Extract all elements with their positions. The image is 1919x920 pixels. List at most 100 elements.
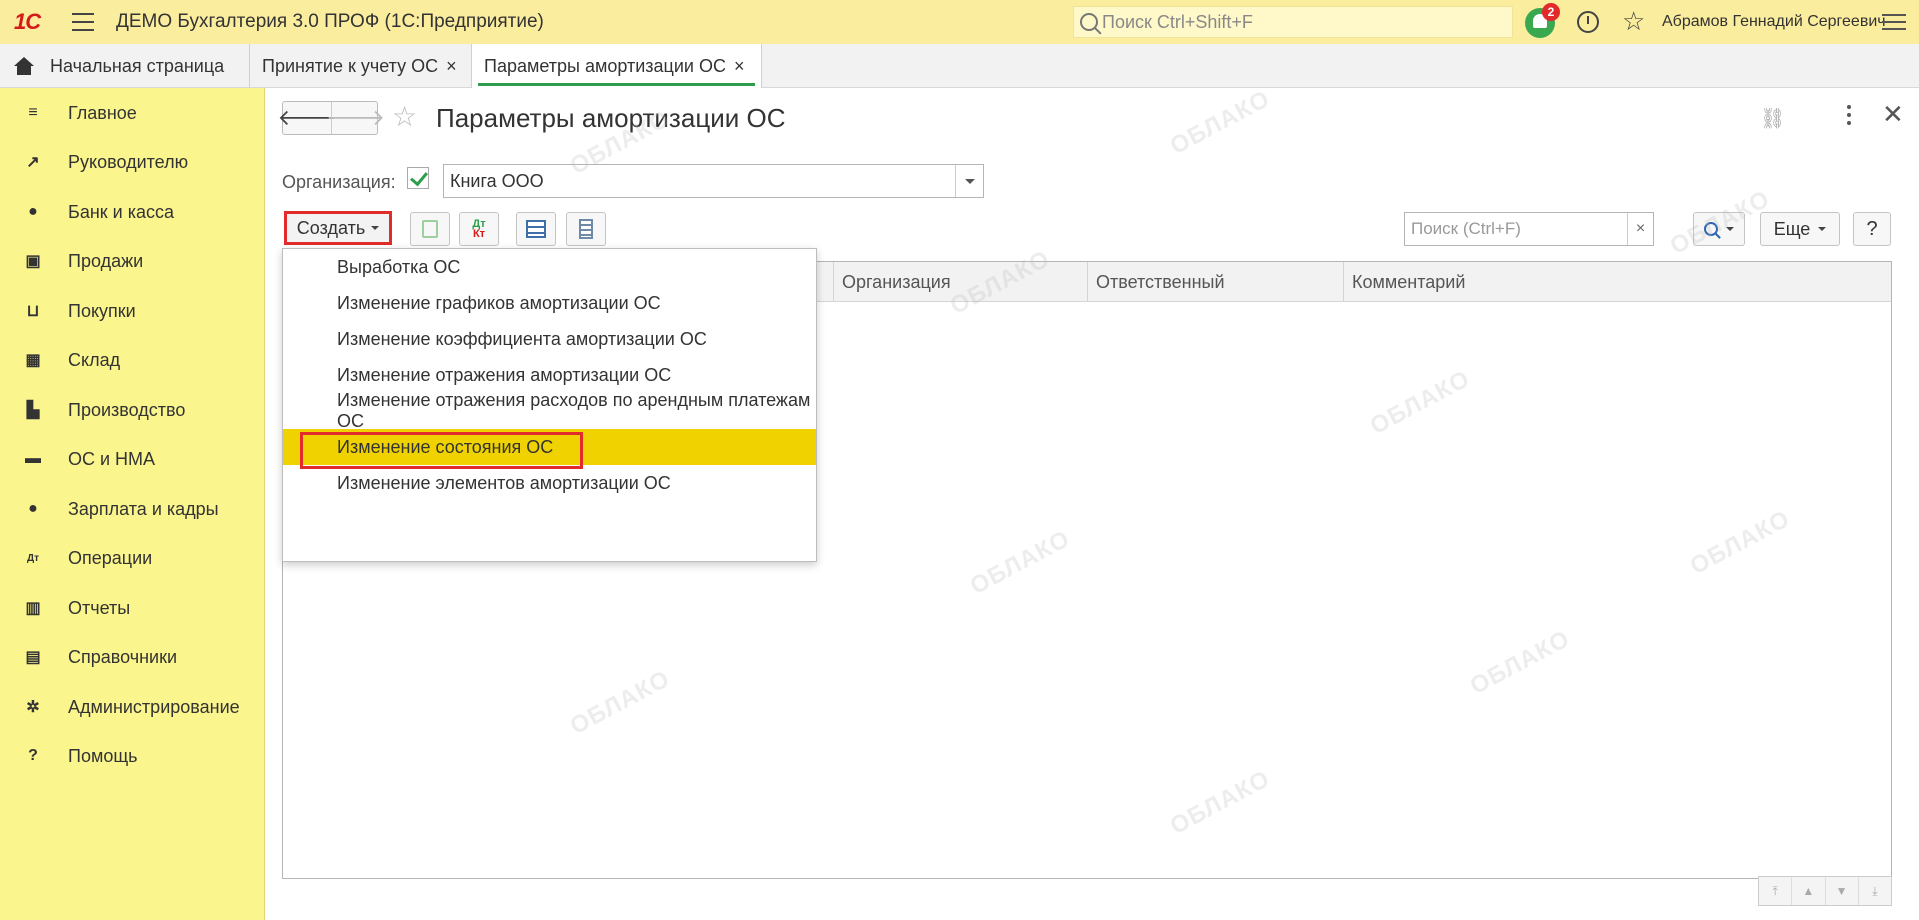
sidebar-item-operations[interactable]: Дт Операции — [0, 538, 264, 578]
structure-icon — [526, 220, 546, 238]
chevron-down-icon — [1818, 227, 1827, 231]
menu-item[interactable]: Изменение элементов амортизации ОС — [283, 465, 816, 501]
sidebar-item-label: Операции — [68, 547, 153, 568]
column-header-organization[interactable]: Организация — [833, 262, 1087, 302]
menu-item[interactable]: Изменение графиков амортизации ОС — [283, 285, 816, 321]
notifications-icon[interactable]: 2 — [1525, 3, 1560, 38]
trend-icon: ↗ — [26, 154, 40, 171]
scroll-down-icon[interactable]: ▼ — [1824, 877, 1858, 905]
sidebar-item-manager[interactable]: ↗ Руководителю — [0, 142, 264, 182]
favorite-star-icon[interactable]: ☆ — [392, 101, 417, 133]
global-search-placeholder: Поиск Ctrl+Shift+F — [1102, 11, 1253, 32]
1c-logo: 1С — [14, 9, 41, 34]
close-tab-icon[interactable]: × — [446, 56, 457, 77]
menu-icon: ≡ — [28, 104, 38, 121]
sidebar-item-admin[interactable]: ✲ Администрирование — [0, 687, 264, 727]
top-bar: 1С ДЕМО Бухгалтерия 3.0 ПРОФ (1С:Предпри… — [0, 0, 1919, 44]
list-search-input[interactable]: Поиск (Ctrl+F) × — [1404, 212, 1654, 246]
settings-menu-icon[interactable] — [1882, 14, 1906, 30]
search-icon — [1704, 222, 1718, 236]
tab-depreciation-params[interactable]: Параметры амортизации ОС × — [472, 44, 762, 88]
page-title: Параметры амортизации ОС — [436, 103, 786, 133]
coin-icon: ● — [28, 203, 38, 220]
forward-arrow-icon[interactable]: 🡒 — [326, 102, 385, 134]
sidebar-item-bank[interactable]: ● Банк и касса — [0, 192, 264, 232]
scroll-top-icon[interactable]: ⤒ — [1759, 877, 1791, 905]
column-header-comment[interactable]: Комментарий — [1343, 262, 1891, 302]
question-icon: ? — [28, 747, 38, 764]
dt-kt-icon: Дт Кт — [472, 218, 486, 240]
table-scroll-buttons: ⤒ ▲ ▼ ⤓ — [1758, 876, 1892, 906]
search-button[interactable] — [1693, 212, 1745, 246]
user-name[interactable]: Абрамов Геннадий Сергеевич — [1662, 13, 1886, 31]
sidebar-item-production[interactable]: ▙ Производство — [0, 390, 264, 430]
tab-accept-os[interactable]: Принятие к учету ОС × — [250, 44, 472, 88]
sidebar-item-os-nma[interactable]: ▬ ОС и НМА — [0, 439, 264, 479]
global-search-input[interactable]: Поиск Ctrl+Shift+F — [1073, 6, 1513, 38]
sidebar-item-main[interactable]: ≡ Главное — [0, 93, 264, 133]
sidebar-item-label: Главное — [68, 102, 137, 123]
sidebar-item-label: Отчеты — [68, 597, 131, 618]
dt-kt-icon: Дт — [26, 552, 40, 564]
sidebar-item-references[interactable]: ▤ Справочники — [0, 637, 264, 677]
org-select[interactable]: Книга ООО — [443, 164, 984, 198]
menu-item[interactable]: Выработка ОС — [283, 249, 816, 285]
org-checkbox[interactable] — [407, 167, 429, 189]
org-label: Организация: — [282, 172, 396, 192]
scroll-up-icon[interactable]: ▲ — [1791, 877, 1824, 905]
history-icon[interactable] — [1577, 11, 1599, 33]
sidebar-item-salary[interactable]: ● Зарплата и кадры — [0, 489, 264, 529]
link-icon[interactable]: ⛓ — [1760, 106, 1786, 130]
close-tab-icon[interactable]: × — [734, 56, 745, 77]
bar-chart-icon: ▥ — [25, 600, 41, 617]
more-button[interactable]: Еще — [1760, 212, 1840, 246]
list-icon — [579, 219, 593, 239]
chevron-down-icon[interactable] — [955, 165, 983, 197]
app-title: ДЕМО Бухгалтерия 3.0 ПРОФ (1С:Предприяти… — [116, 11, 544, 32]
tab-label: Параметры амортизации ОС — [484, 55, 726, 76]
list-button[interactable] — [566, 212, 606, 246]
menu-item-selected[interactable]: Изменение состояния ОС — [283, 429, 816, 469]
back-arrow-icon[interactable]: 🡐 — [278, 102, 337, 134]
create-dropdown-menu: Выработка ОС Изменение графиков амортиза… — [282, 248, 817, 562]
create-button-label: Создать — [296, 217, 366, 238]
factory-icon: ▙ — [26, 402, 40, 419]
help-button[interactable]: ? — [1853, 212, 1891, 246]
gear-icon: ✲ — [26, 699, 40, 716]
tab-home[interactable]: Начальная страница — [0, 44, 250, 88]
sidebar-item-label: Продажи — [68, 250, 144, 271]
more-button-label: Еще — [1773, 218, 1811, 239]
structure-button[interactable] — [516, 212, 556, 246]
clear-icon[interactable]: × — [1627, 213, 1653, 245]
close-icon[interactable]: ✕ — [1882, 99, 1904, 130]
sidebar-item-help[interactable]: ? Помощь — [0, 736, 264, 776]
sidebar-item-label: ОС и НМА — [68, 448, 156, 469]
column-header-responsible[interactable]: Ответственный — [1087, 262, 1343, 302]
sidebar-item-warehouse[interactable]: ▦ Склад — [0, 340, 264, 380]
menu-item[interactable]: Изменение коэффициента амортизации ОС — [283, 321, 816, 357]
more-actions-icon[interactable] — [1844, 101, 1854, 129]
sidebar-item-reports[interactable]: ▥ Отчеты — [0, 588, 264, 628]
create-button[interactable]: Создать — [284, 211, 392, 245]
sidebar-item-label: Администрирование — [68, 696, 240, 717]
cart-icon: ⊔ — [26, 303, 40, 320]
sidebar-item-sales[interactable]: ▣ Продажи — [0, 241, 264, 281]
menu-item[interactable]: Изменение отражения расходов по арендным… — [283, 390, 816, 431]
menu-item-label: Изменение состояния ОС — [337, 436, 554, 457]
sidebar-item-label: Справочники — [68, 646, 178, 667]
favorites-star-icon[interactable]: ☆ — [1622, 6, 1645, 36]
form-area: 🡐 🡒 ☆ Параметры амортизации ОС ⛓ ✕ Орган… — [266, 85, 1919, 920]
menu-item[interactable]: Изменение отражения амортизации ОС — [283, 357, 816, 393]
grid-icon: ▦ — [25, 352, 41, 369]
notifications-badge: 2 — [1542, 3, 1560, 21]
bag-icon: ▣ — [25, 253, 41, 270]
copy-button[interactable] — [410, 212, 450, 246]
sidebar-item-label: Склад — [68, 349, 121, 370]
tab-label: Начальная страница — [50, 55, 225, 76]
sidebar-item-purchases[interactable]: ⊔ Покупки — [0, 291, 264, 331]
search-icon — [1080, 13, 1098, 31]
scroll-bottom-icon[interactable]: ⤓ — [1857, 877, 1891, 905]
dt-kt-button[interactable]: Дт Кт — [459, 212, 499, 246]
book-icon: ▤ — [25, 649, 41, 666]
main-menu-icon[interactable] — [72, 13, 94, 31]
